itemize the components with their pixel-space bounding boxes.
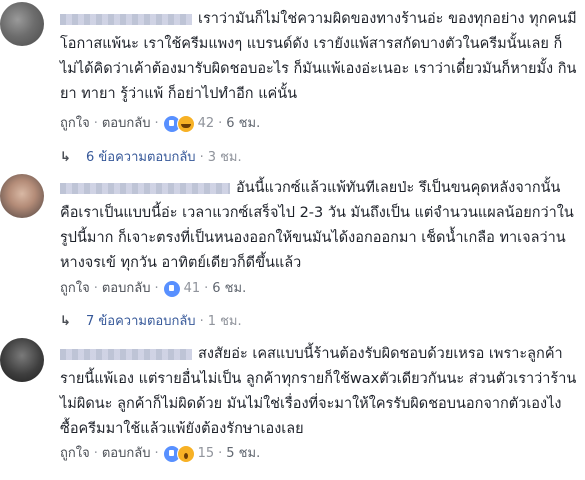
like-link[interactable]: ถูกใจ	[60, 116, 90, 131]
reply-link[interactable]: ตอบกลับ	[102, 446, 151, 461]
reaction-count: 42	[197, 116, 215, 131]
like-link[interactable]: ถูกใจ	[60, 446, 90, 461]
comment-text: สงสัยอ่ะ เคสแบบนี้ร้านต้องรับผิดชอบด้วยเ…	[60, 346, 577, 437]
comment-time[interactable]: 5 ชม.	[226, 446, 260, 461]
reply-link[interactable]: ตอบกลับ	[102, 116, 151, 131]
laugh-icon	[176, 114, 195, 133]
like-link[interactable]: ถูกใจ	[60, 281, 90, 296]
comment-actions: ถูกใจ · ตอบกลับ · 42 · 6 ชม.	[60, 114, 261, 133]
reaction-count: 15	[197, 446, 215, 461]
commenter-avatar[interactable]	[0, 338, 44, 382]
commenter-name-redacted[interactable]	[60, 182, 230, 194]
commenter-avatar[interactable]	[0, 2, 44, 46]
replies-time: 3 ชม.	[207, 150, 242, 165]
reaction-count: 41	[183, 281, 201, 296]
reaction-summary[interactable]: 41	[162, 279, 201, 298]
comment-text: เราว่ามันก็ไม่ใช่ความผิดของทางร้านอ่ะ ขอ…	[60, 11, 577, 102]
view-replies[interactable]: ↳ 7 ข้อความตอบกลับ · 1 ชม.	[60, 310, 242, 331]
comment-text: อันนี้แวกซ์แล้วแพ้ทันทีเลยป่ะ รึเป็นขนคุ…	[60, 180, 574, 271]
commenter-name-redacted[interactable]	[60, 348, 192, 360]
reply-arrow-icon: ↳	[60, 314, 71, 329]
reaction-summary[interactable]: 15	[162, 444, 215, 463]
commenter-name-redacted[interactable]	[60, 13, 192, 25]
commenter-avatar[interactable]	[0, 174, 44, 218]
like-icon	[162, 279, 181, 298]
replies-time: 1 ชม.	[207, 314, 242, 329]
reply-link[interactable]: ตอบกลับ	[102, 281, 151, 296]
replies-count[interactable]: 7 ข้อความตอบกลับ	[86, 314, 196, 329]
wow-icon	[176, 444, 195, 463]
comment-time[interactable]: 6 ชม.	[212, 281, 246, 296]
comment-actions: ถูกใจ · ตอบกลับ · 41 · 6 ชม.	[60, 279, 247, 298]
replies-count[interactable]: 6 ข้อความตอบกลับ	[86, 150, 196, 165]
reply-arrow-icon: ↳	[60, 150, 71, 165]
comment-time[interactable]: 6 ชม.	[226, 116, 260, 131]
reaction-summary[interactable]: 42	[162, 114, 215, 133]
view-replies[interactable]: ↳ 6 ข้อความตอบกลับ · 3 ชม.	[60, 146, 242, 167]
comment-actions: ถูกใจ · ตอบกลับ · 15 · 5 ชม.	[60, 444, 261, 463]
